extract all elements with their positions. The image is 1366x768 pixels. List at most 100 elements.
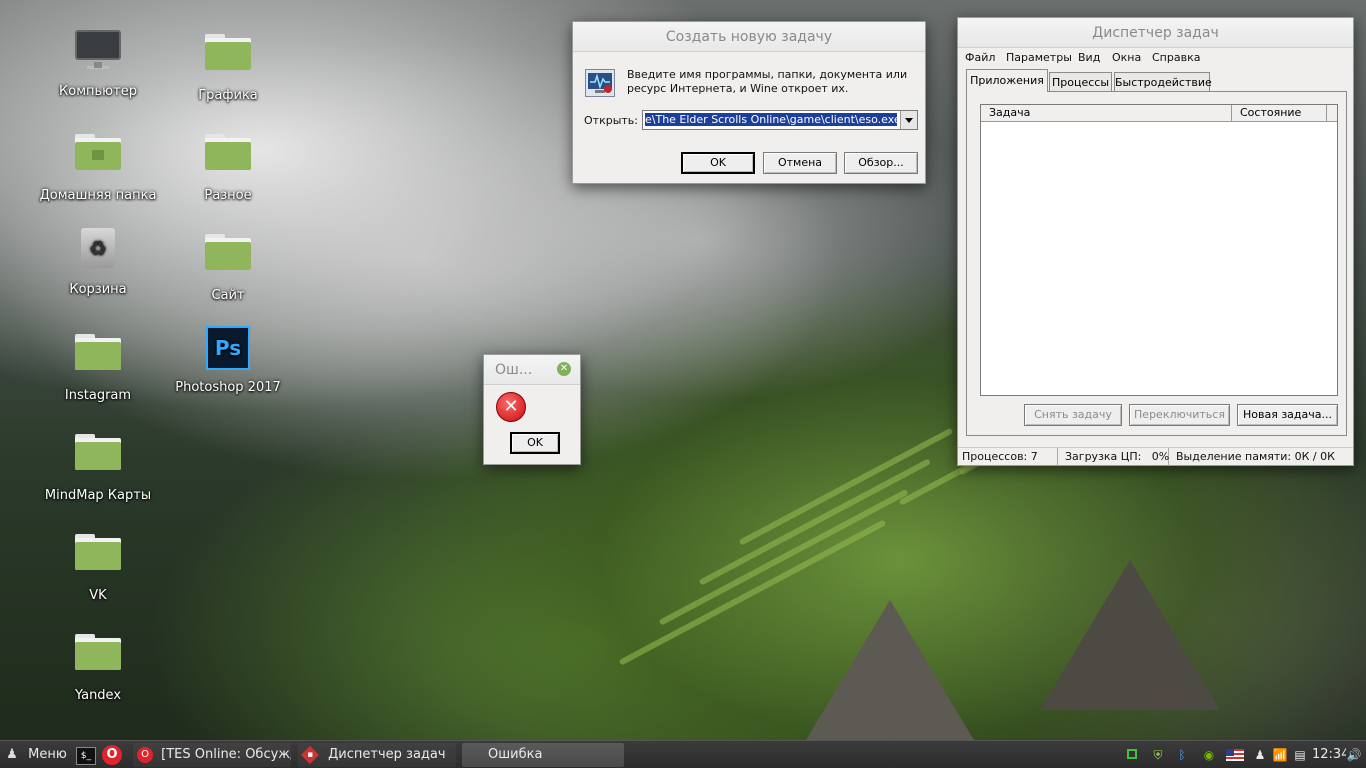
folder-icon <box>204 34 252 82</box>
error-ok-button[interactable]: OK <box>510 432 560 454</box>
end-task-button[interactable]: Снять задачу <box>1024 404 1122 426</box>
menu-help[interactable]: Справка <box>1152 48 1200 68</box>
desktop-icon-trash[interactable]: ♻ Корзина <box>38 224 158 297</box>
desktop-icon-label: Компьютер <box>59 84 137 99</box>
error-dialog: Ош... ✕ ✕ OK <box>483 354 581 465</box>
nvidia-icon[interactable]: ◉ <box>1198 747 1220 763</box>
status-processes: Процессов: 7 <box>958 448 1058 466</box>
status-cpu: Загрузка ЦП: 0% <box>1061 448 1169 466</box>
chevron-down-icon <box>905 118 913 123</box>
desktop-icon-label: Yandex <box>74 688 122 703</box>
folder-icon <box>74 634 122 682</box>
volume-icon[interactable]: 🔊 <box>1346 747 1362 763</box>
new-task-button[interactable]: Новая задача... <box>1237 404 1338 426</box>
tab-performance[interactable]: Быстродействие <box>1114 72 1212 92</box>
wallpaper-ruin <box>800 600 980 740</box>
desktop-icon-label: Instagram <box>64 388 132 403</box>
opera-launcher[interactable]: O <box>102 743 126 767</box>
task-manager-title: Диспетчер задач <box>958 18 1353 48</box>
switch-to-button[interactable]: Переключиться <box>1129 404 1230 426</box>
status-bar: Процессов: 7 Загрузка ЦП: 0% Выделение п… <box>958 447 1353 466</box>
menu-view[interactable]: Вид <box>1078 48 1100 68</box>
menu-windows[interactable]: Окна <box>1112 48 1141 68</box>
run-command-value: e\The Elder Scrolls Online\game\client\e… <box>645 113 897 126</box>
desktop-icon-label: MindMap Карты <box>44 488 152 503</box>
users-icon[interactable]: ♟ <box>1252 747 1268 763</box>
open-label: Открыть: <box>584 114 638 127</box>
run-ok-button[interactable]: OK <box>681 152 755 174</box>
taskbar: ♟ Меню $_ O O [TES Online: Обсужд... ◆ Д… <box>0 740 1366 768</box>
wallpaper-ruin <box>1040 560 1220 710</box>
menu-bar: Файл Параметры Вид Окна Справка <box>958 48 1353 68</box>
opera-icon: O <box>137 746 153 763</box>
mint-logo-icon: ♟ <box>6 747 18 762</box>
taskbar-task-label: [TES Online: Обсужд... <box>161 747 291 762</box>
desktop-icon-grafika[interactable]: Графика <box>168 24 288 103</box>
desktop-icon-sait[interactable]: Сайт <box>168 224 288 303</box>
tab-processes[interactable]: Процессы <box>1049 72 1112 92</box>
clock[interactable]: 12:34 <box>1312 743 1346 767</box>
home-folder-icon <box>74 134 122 182</box>
run-dialog: Создать новую задачу Введите имя програм… <box>572 21 926 184</box>
folder-icon <box>204 234 252 282</box>
run-dialog-title: Создать новую задачу <box>573 22 925 52</box>
desktop-icon-yandex[interactable]: Yandex <box>38 624 158 703</box>
desktop-icon-label: VK <box>89 588 107 603</box>
run-description: Введите имя программы, папки, документа … <box>627 68 908 95</box>
terminal-icon: $_ <box>76 747 96 765</box>
close-icon[interactable]: ✕ <box>557 362 571 376</box>
menu-parameters[interactable]: Параметры <box>1006 48 1072 68</box>
menu-file[interactable]: Файл <box>965 48 995 68</box>
desktop-icon-photoshop[interactable]: Ps Photoshop 2017 <box>168 324 288 395</box>
opera-icon: O <box>102 745 122 765</box>
column-header-state[interactable]: Состояние <box>1232 105 1327 121</box>
taskbar-task-opera[interactable]: O [TES Online: Обсужд... <box>133 743 291 767</box>
desktop-icon-mindmap[interactable]: MindMap Карты <box>38 424 158 503</box>
start-menu-button[interactable]: ♟ Меню <box>4 743 68 767</box>
wifi-icon[interactable]: 📶 <box>1272 747 1288 763</box>
desktop-icon-label: Сайт <box>211 288 245 303</box>
keyboard-layout-flag-icon[interactable] <box>1226 747 1244 763</box>
desktop-icon-computer[interactable]: Компьютер <box>38 24 158 99</box>
run-command-combobox[interactable]: e\The Elder Scrolls Online\game\client\e… <box>642 110 918 130</box>
shield-icon[interactable]: ⛨ <box>1150 747 1166 763</box>
run-program-icon <box>585 69 615 97</box>
clipboard-icon[interactable]: ▤ <box>1292 747 1308 763</box>
taskbar-task-taskmanager[interactable]: ◆ Диспетчер задач <box>298 743 456 767</box>
taskbar-task-label: Диспетчер задач <box>328 747 446 762</box>
folder-icon <box>74 434 122 482</box>
desktop-icon-vk[interactable]: VK <box>38 524 158 603</box>
desktop-icon-label: Разное <box>204 188 252 203</box>
computer-icon <box>74 30 122 78</box>
trash-icon: ♻ <box>74 228 122 276</box>
run-command-input[interactable]: e\The Elder Scrolls Online\game\client\e… <box>645 113 897 127</box>
column-header-task[interactable]: Задача <box>981 105 1232 121</box>
task-list-header: Задача Состояние <box>981 105 1337 122</box>
bluetooth-icon[interactable]: ᛒ <box>1174 747 1190 763</box>
task-manager-window: Диспетчер задач Файл Параметры Вид Окна … <box>957 17 1354 466</box>
desktop-icon-home[interactable]: Домашняя папка <box>38 124 158 203</box>
tab-panel: Задача Состояние Снять задачу Переключит… <box>966 91 1347 436</box>
taskbar-task-label: Ошибка <box>488 747 543 762</box>
error-dialog-title: Ош... <box>495 362 533 378</box>
run-cancel-button[interactable]: Отмена <box>763 152 837 174</box>
desktop-icon-raznoe[interactable]: Разное <box>168 124 288 203</box>
folder-icon <box>74 534 122 582</box>
wine-icon: ◆ <box>300 745 320 764</box>
wallpaper-terrace <box>698 458 931 586</box>
terminal-launcher[interactable]: $_ <box>76 743 98 767</box>
tab-applications[interactable]: Приложения <box>966 69 1048 92</box>
desktop-icon-label: Графика <box>198 88 258 103</box>
desktop-icon-label: Домашняя папка <box>39 188 157 203</box>
folder-icon <box>74 334 122 382</box>
desktop-icon-label: Корзина <box>69 282 127 297</box>
run-browse-button[interactable]: Обзор... <box>844 152 918 174</box>
task-list[interactable]: Задача Состояние <box>980 104 1338 396</box>
start-menu-label: Меню <box>28 747 67 762</box>
dropdown-arrow-button[interactable] <box>900 111 917 129</box>
desktop-icon-instagram[interactable]: Instagram <box>38 324 158 403</box>
taskbar-task-error[interactable]: Ошибка <box>462 743 624 767</box>
workspace-indicator-icon[interactable] <box>1124 747 1140 763</box>
desktop-icon-label: Photoshop 2017 <box>175 380 281 395</box>
wallpaper-terrace <box>738 427 954 546</box>
